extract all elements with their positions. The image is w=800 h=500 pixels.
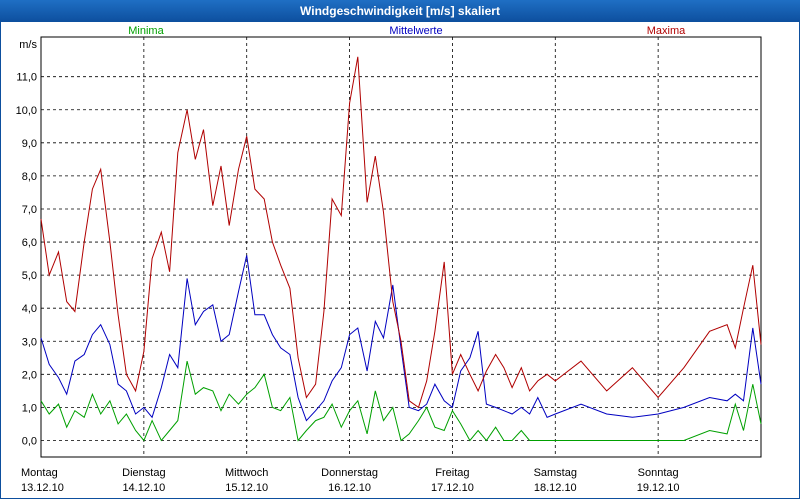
legend: Minima Mittelwerte Maxima	[128, 25, 686, 37]
x-tick-date: 13.12.10	[21, 482, 64, 494]
series-line-mittelwerte	[40, 255, 762, 422]
y-tick-label: 4,0	[22, 303, 37, 315]
y-tick-label: 9,0	[22, 138, 37, 150]
x-tick-day: Mittwoch	[225, 467, 268, 479]
x-tick-date: 14.12.10	[122, 482, 165, 494]
series-layer	[40, 56, 762, 442]
x-tick-day: Montag	[21, 467, 58, 479]
y-tick-label: 3,0	[22, 336, 37, 348]
x-tick-day: Donnerstag	[321, 467, 378, 479]
axes-layer: 0,0 1,0 2,0 3,0 4,0 5,0 6,0 7,0 8,0 9,0 10,0 11,0 m/…	[16, 36, 762, 494]
window-title: Windgeschwindigkeit [m/s] skaliert	[0, 0, 800, 22]
y-axis-label: m/s	[19, 39, 37, 51]
legend-mittelwerte: Mittelwerte	[389, 25, 442, 37]
chart-frame: Minima Mittelwerte Maxima 0,0 1,0 2,0 3,0 4,0 5…	[0, 22, 800, 499]
legend-maxima: Maxima	[647, 25, 686, 37]
x-tick-date: 19.12.10	[637, 482, 680, 494]
y-tick-label: 6,0	[22, 237, 37, 249]
plot-border	[40, 36, 762, 458]
x-tick-date: 16.12.10	[328, 482, 371, 494]
y-tick-label: 5,0	[22, 270, 37, 282]
y-tick-label: 11,0	[16, 72, 37, 84]
x-tick-date: 17.12.10	[431, 482, 474, 494]
grid-layer	[41, 37, 761, 457]
x-tick-day: Freitag	[435, 467, 469, 479]
x-tick-date: 18.12.10	[534, 482, 577, 494]
x-tick-day: Sonntag	[638, 467, 679, 479]
y-tick-label: 7,0	[22, 204, 37, 216]
y-tick-label: 8,0	[22, 171, 37, 183]
wind-speed-chart: Minima Mittelwerte Maxima 0,0 1,0 2,0 3,0 4,0 5…	[16, 25, 762, 494]
legend-minima: Minima	[128, 25, 164, 37]
y-tick-label: 0,0	[22, 435, 37, 447]
y-tick-label: 2,0	[22, 369, 37, 381]
y-tick-label: 10,0	[16, 105, 37, 117]
series-line-minima	[40, 360, 762, 442]
y-tick-label: 1,0	[22, 402, 37, 414]
x-tick-day: Dienstag	[122, 467, 165, 479]
x-tick-date: 15.12.10	[225, 482, 268, 494]
x-tick-day: Samstag	[534, 467, 577, 479]
